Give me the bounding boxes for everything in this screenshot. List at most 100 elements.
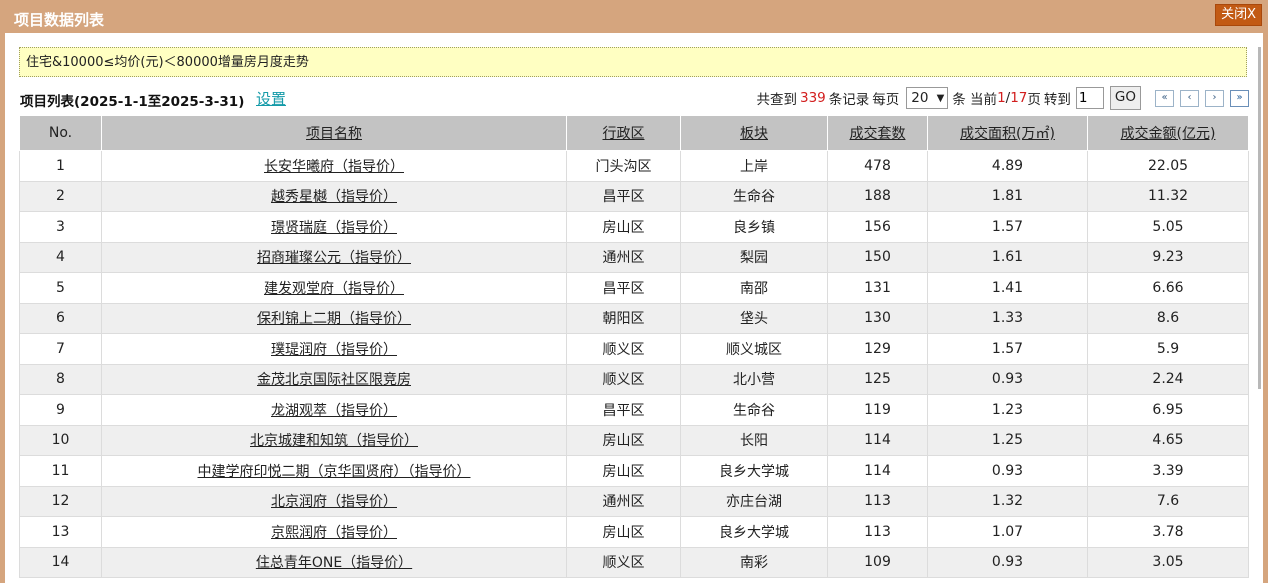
per-page-label: 每页 bbox=[872, 92, 900, 108]
cell-amount: 7.6 bbox=[1087, 485, 1249, 517]
cell-area: 1.41 bbox=[927, 272, 1088, 304]
cell-no: 9 bbox=[19, 394, 102, 426]
cell-block: 生命谷 bbox=[680, 180, 828, 212]
cell-units: 129 bbox=[827, 333, 928, 365]
table-row: 14 住总青年ONE（指导价） 顺义区 南彩 109 0.93 3.05 bbox=[19, 546, 1249, 578]
cell-project-name[interactable]: 京熙润府（指导价） bbox=[101, 516, 567, 548]
cell-units: 119 bbox=[827, 394, 928, 426]
cell-units: 131 bbox=[827, 272, 928, 304]
cell-amount: 11.32 bbox=[1087, 180, 1249, 212]
cell-units: 114 bbox=[827, 424, 928, 456]
cell-units: 109 bbox=[827, 546, 928, 578]
cell-project-name[interactable]: 金茂北京国际社区限竞房 bbox=[101, 363, 567, 395]
cell-district: 昌平区 bbox=[566, 394, 681, 426]
cell-amount: 2.24 bbox=[1087, 363, 1249, 395]
col-header-amount[interactable]: 成交金额(亿元) bbox=[1087, 115, 1249, 151]
cell-area: 0.93 bbox=[927, 363, 1088, 395]
cell-project-name[interactable]: 龙湖观萃（指导价） bbox=[101, 394, 567, 426]
cell-block: 垡头 bbox=[680, 302, 828, 334]
cell-project-name[interactable]: 保利锦上二期（指导价） bbox=[101, 302, 567, 334]
col-header-district[interactable]: 行政区 bbox=[566, 115, 681, 151]
cell-project-name[interactable]: 璟贤瑞庭（指导价） bbox=[101, 211, 567, 243]
cell-project-name[interactable]: 越秀星樾（指导价） bbox=[101, 180, 567, 212]
col-header-no: No. bbox=[19, 115, 102, 151]
current-page-label: 条 当前 bbox=[952, 92, 998, 108]
last-page-icon[interactable]: » bbox=[1230, 89, 1249, 107]
cell-units: 150 bbox=[827, 241, 928, 273]
cell-district: 房山区 bbox=[566, 455, 681, 487]
chevron-down-icon: ▼ bbox=[936, 92, 945, 104]
table-row: 5 建发观堂府（指导价） 昌平区 南邵 131 1.41 6.66 bbox=[19, 272, 1249, 304]
cell-district: 朝阳区 bbox=[566, 302, 681, 334]
cell-no: 10 bbox=[19, 424, 102, 456]
records-suffix: 条记录 bbox=[828, 92, 870, 108]
cell-project-name[interactable]: 招商璀璨公元（指导价） bbox=[101, 241, 567, 273]
cell-district: 房山区 bbox=[566, 516, 681, 548]
cell-no: 2 bbox=[19, 180, 102, 212]
goto-page-input[interactable] bbox=[1075, 87, 1104, 109]
cell-units: 188 bbox=[827, 180, 928, 212]
cell-no: 8 bbox=[19, 363, 102, 395]
cell-no: 13 bbox=[19, 516, 102, 548]
list-title: 项目列表(2025-1-1至2025-3-31) bbox=[20, 94, 245, 110]
cell-area: 1.57 bbox=[927, 211, 1088, 243]
cell-project-name[interactable]: 长安华曦府（指导价） bbox=[101, 150, 567, 182]
cell-units: 113 bbox=[827, 516, 928, 548]
cell-no: 5 bbox=[19, 272, 102, 304]
cell-area: 1.57 bbox=[927, 333, 1088, 365]
col-header-units[interactable]: 成交套数 bbox=[827, 115, 928, 151]
goto-label: 转到 bbox=[1043, 92, 1071, 108]
cell-amount: 3.05 bbox=[1087, 546, 1249, 578]
cell-district: 门头沟区 bbox=[566, 150, 681, 182]
cell-area: 1.81 bbox=[927, 180, 1088, 212]
cell-block: 南邵 bbox=[680, 272, 828, 304]
cell-no: 11 bbox=[19, 455, 102, 487]
close-button[interactable]: 关闭X bbox=[1215, 4, 1262, 26]
table-row: 3 璟贤瑞庭（指导价） 房山区 良乡镇 156 1.57 5.05 bbox=[19, 211, 1249, 243]
col-header-project-name[interactable]: 项目名称 bbox=[101, 115, 567, 151]
table-row: 8 金茂北京国际社区限竞房 顺义区 北小营 125 0.93 2.24 bbox=[19, 363, 1249, 395]
found-prefix: 共查到 bbox=[756, 92, 797, 108]
cell-block: 良乡大学城 bbox=[680, 516, 828, 548]
cell-block: 亦庄台湖 bbox=[680, 485, 828, 517]
cell-area: 1.32 bbox=[927, 485, 1088, 517]
cell-units: 125 bbox=[827, 363, 928, 395]
cell-units: 478 bbox=[827, 150, 928, 182]
cell-district: 昌平区 bbox=[566, 272, 681, 304]
first-page-icon[interactable]: « bbox=[1155, 89, 1174, 107]
total-records: 339 bbox=[799, 90, 826, 106]
col-header-block[interactable]: 板块 bbox=[680, 115, 828, 151]
table-row: 4 招商璀璨公元（指导价） 通州区 梨园 150 1.61 9.23 bbox=[19, 241, 1249, 273]
cell-block: 南彩 bbox=[680, 546, 828, 578]
cell-project-name[interactable]: 北京润府（指导价） bbox=[101, 485, 567, 517]
cell-block: 北小营 bbox=[680, 363, 828, 395]
prev-page-icon[interactable]: ‹ bbox=[1180, 89, 1199, 107]
settings-link[interactable]: 设置 bbox=[256, 88, 286, 109]
cell-block: 梨园 bbox=[680, 241, 828, 273]
cell-amount: 9.23 bbox=[1087, 241, 1249, 273]
per-page-value: 20 bbox=[911, 90, 929, 106]
window-titlebar: 项目数据列表 关闭X bbox=[0, 0, 1268, 34]
cell-project-name[interactable]: 北京城建和知筑（指导价） bbox=[101, 424, 567, 456]
cell-amount: 5.05 bbox=[1087, 211, 1249, 243]
cell-no: 3 bbox=[19, 211, 102, 243]
cell-area: 0.93 bbox=[927, 455, 1088, 487]
table-body: 1 长安华曦府（指导价） 门头沟区 上岸 478 4.89 22.05 2 越秀星樾（指导价）昌… bbox=[19, 150, 1249, 578]
cell-project-name[interactable]: 中建学府印悦二期（京华国贤府）（指导价） bbox=[101, 455, 567, 487]
vertical-scrollbar[interactable] bbox=[1258, 47, 1261, 389]
total-pages: 17 bbox=[1010, 90, 1028, 106]
cell-no: 7 bbox=[19, 333, 102, 365]
cell-area: 4.89 bbox=[927, 150, 1088, 182]
cell-project-name[interactable]: 建发观堂府（指导价） bbox=[101, 272, 567, 304]
per-page-select[interactable]: 20 ▼ bbox=[906, 87, 949, 109]
cell-project-name[interactable]: 璞瑅润府（指导价） bbox=[101, 333, 567, 365]
cell-block: 顺义城区 bbox=[680, 333, 828, 365]
window-title: 项目数据列表 bbox=[14, 11, 105, 29]
cell-project-name[interactable]: 住总青年ONE（指导价） bbox=[101, 546, 567, 578]
go-button[interactable]: GO bbox=[1109, 86, 1141, 110]
cell-district: 顺义区 bbox=[566, 363, 681, 395]
col-header-area[interactable]: 成交面积(万㎡) bbox=[927, 115, 1088, 151]
cell-district: 房山区 bbox=[566, 424, 681, 456]
cell-district: 通州区 bbox=[566, 241, 681, 273]
next-page-icon[interactable]: › bbox=[1205, 89, 1224, 107]
